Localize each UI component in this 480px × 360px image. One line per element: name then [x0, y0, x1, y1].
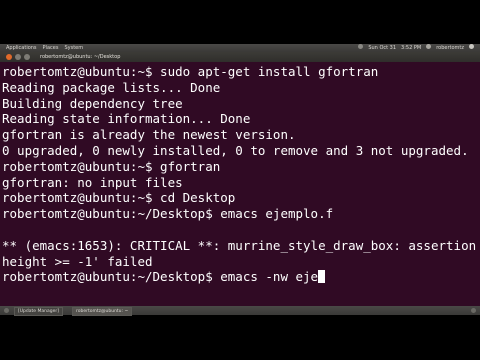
task-update-manager[interactable]: [Update Manager] — [14, 307, 63, 316]
terminal-line: Building dependency tree — [2, 95, 183, 111]
show-desktop-icon[interactable] — [4, 308, 9, 313]
terminal-line: robertomtz@ubuntu:~/Desktop$ emacs ejemp… — [2, 206, 334, 222]
terminal-line: ** (emacs:1653): CRITICAL **: murrine_st… — [2, 237, 480, 253]
clock-time[interactable]: 3:52 PM — [401, 44, 421, 52]
minimize-icon[interactable] — [15, 54, 21, 60]
menu-system[interactable]: System — [64, 44, 83, 52]
maximize-icon[interactable] — [24, 54, 30, 60]
terminal-line: gfortran: no input files — [2, 174, 183, 190]
trash-icon[interactable] — [471, 308, 476, 313]
task-terminal[interactable]: robertomtz@ubuntu: ~ — [72, 307, 133, 316]
user-icon — [426, 44, 432, 49]
window-title-bar[interactable]: robertomtz@ubuntu: ~/Desktop — [0, 52, 480, 62]
terminal-line: Reading state information... Done — [2, 111, 251, 127]
terminal-line: Reading package lists... Done — [2, 79, 221, 95]
terminal-output: robertomtz@ubuntu:~$ sudo apt-get instal… — [2, 64, 480, 285]
window-title: robertomtz@ubuntu: ~/Desktop — [40, 54, 121, 60]
menu-applications[interactable]: Applications — [6, 44, 37, 52]
terminal-line: robertomtz@ubuntu:~$ cd Desktop — [2, 190, 236, 206]
terminal-area[interactable]: robertomtz@ubuntu:~$ sudo apt-get instal… — [0, 62, 480, 306]
clock-date[interactable]: Sun Oct 31 — [368, 44, 396, 52]
system-tray: Sun Oct 31 3:52 PM robertomtz — [358, 44, 474, 52]
power-icon[interactable] — [469, 44, 474, 49]
user-name[interactable]: robertomtz — [436, 44, 464, 52]
terminal-line-current: robertomtz@ubuntu:~/Desktop$ emacs -nw e… — [2, 269, 480, 285]
terminal-line: height >= -1' failed — [2, 253, 153, 269]
bottom-panel: [Update Manager] robertomtz@ubuntu: ~ — [0, 306, 480, 316]
terminal-line: robertomtz@ubuntu:~$ gfortran — [2, 158, 221, 174]
terminal-cursor — [318, 270, 326, 284]
top-menu: Applications Places System — [6, 44, 83, 52]
terminal-line: 0 upgraded, 0 newly installed, 0 to remo… — [2, 142, 469, 158]
terminal-line: robertomtz@ubuntu:~$ sudo apt-get instal… — [2, 64, 379, 79]
top-panel: Applications Places System Sun Oct 31 3:… — [0, 44, 480, 52]
terminal-prompt-input[interactable]: robertomtz@ubuntu:~/Desktop$ emacs -nw e… — [2, 269, 318, 284]
window-buttons — [6, 54, 30, 60]
close-icon[interactable] — [6, 54, 12, 60]
menu-places[interactable]: Places — [43, 44, 59, 52]
terminal-line: gfortran is already the newest version. — [2, 127, 296, 143]
network-icon[interactable] — [358, 44, 364, 49]
